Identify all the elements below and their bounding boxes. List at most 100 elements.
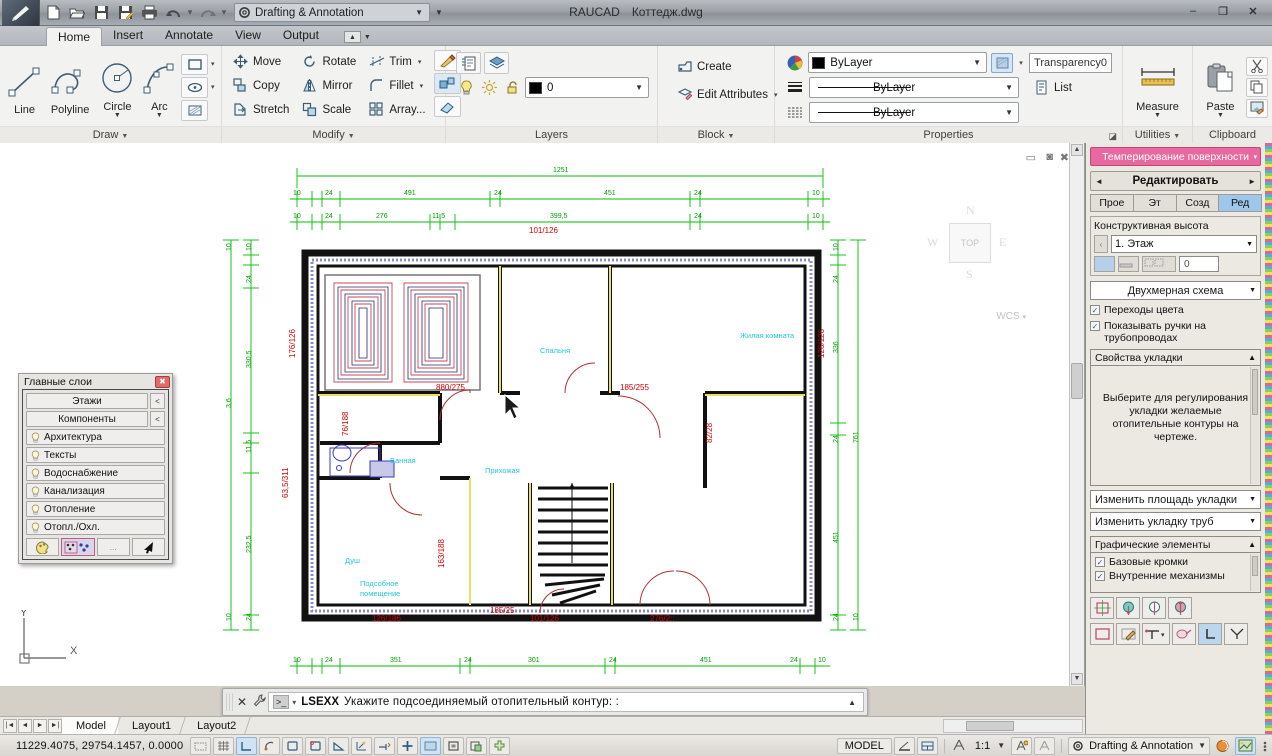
bulb-icon[interactable] <box>31 468 40 479</box>
layer-row-otoplenie[interactable]: Отопление <box>26 501 165 517</box>
tab-view[interactable]: View <box>224 26 272 45</box>
3d-osnap-toggle[interactable] <box>328 737 349 755</box>
sheet-prev-button[interactable]: ◄ <box>18 719 32 733</box>
palette-header[interactable]: Темперирование поверхности ▾ <box>1090 147 1261 166</box>
transparency-dropdown[interactable]: ▾ <box>1017 59 1025 67</box>
room-icon[interactable] <box>1090 623 1114 645</box>
scroll-thumb[interactable] <box>1252 369 1258 415</box>
rectangle-icon[interactable] <box>181 54 208 75</box>
rotate-button[interactable]: Rotate <box>297 50 360 73</box>
chevron-down-icon[interactable]: ▼ <box>1001 83 1016 92</box>
transparency-toggle-icon[interactable] <box>991 53 1013 73</box>
annotation-visibility-toggle[interactable] <box>1011 737 1032 755</box>
status-menu-icon[interactable] <box>1258 737 1272 755</box>
arc-button[interactable]: Arc ▼ <box>140 56 179 118</box>
chevron-down-icon[interactable]: ▼ <box>631 83 646 92</box>
layer-group-etazhi[interactable]: Этажи <box>26 393 148 409</box>
close-icon[interactable]: ✕ <box>234 695 250 709</box>
list-button[interactable]: List <box>1029 76 1076 99</box>
array-button[interactable]: Array... <box>364 98 429 121</box>
ellipse-icon[interactable] <box>181 77 208 98</box>
circle-dropdown[interactable]: ▼ <box>114 113 121 118</box>
corner-icon[interactable] <box>1198 623 1222 645</box>
more-options-button[interactable]: ... <box>97 538 130 556</box>
tab-layout2[interactable]: Layout2 <box>183 717 248 734</box>
grid-display-toggle[interactable] <box>236 737 257 755</box>
workspace-switch-status[interactable]: Drafting & Annotation ▼ <box>1068 737 1210 755</box>
panel-modify-title[interactable]: Modify▼ <box>222 126 445 143</box>
canvas-horizontal-scrollbar[interactable] <box>943 719 1083 733</box>
layer-row-otopl-okhl[interactable]: Отопл./Охл. <box>26 519 165 535</box>
ortho-mode-toggle[interactable] <box>259 737 280 755</box>
bulb-icon[interactable] <box>31 432 40 443</box>
panel-draw-title[interactable]: Draw▼ <box>0 126 221 143</box>
color-wheel-icon[interactable] <box>785 53 804 73</box>
scroll-thumb[interactable] <box>1071 363 1083 399</box>
nav-next-icon[interactable]: ► <box>1248 177 1256 186</box>
expander-icon[interactable]: < <box>150 393 165 409</box>
layer-row-teksty[interactable]: Тексты <box>26 447 165 463</box>
sheet-last-button[interactable]: ►| <box>48 719 62 733</box>
manifold-up-icon[interactable] <box>1168 597 1192 619</box>
undo-dropdown[interactable]: ▾ <box>186 7 194 18</box>
height-mode-1-button[interactable] <box>1094 256 1115 272</box>
layer-states-icon[interactable] <box>484 52 509 74</box>
workspace-switch-combo[interactable]: Drafting & Annotation ▼ <box>234 3 430 22</box>
checkbox-icon[interactable]: ✓ <box>1090 321 1100 331</box>
chevron-down-icon[interactable]: ▼ <box>1246 241 1253 248</box>
quick-properties-toggle[interactable] <box>466 737 487 755</box>
lineweight-combo[interactable]: ByLayer ▼ <box>809 102 1019 123</box>
layer-group-komponenty[interactable]: Компоненты <box>26 411 148 427</box>
wrench-icon[interactable] <box>250 694 268 710</box>
auto-scale-toggle[interactable] <box>1034 737 1055 755</box>
group-graphics-header[interactable]: Графические элементы ▲ <box>1090 536 1261 553</box>
graphics-scrollbar[interactable] <box>1250 554 1259 591</box>
chevron-down-icon[interactable]: ▼ <box>348 133 355 140</box>
paste-button[interactable]: Paste ▼ <box>1197 56 1244 118</box>
palette-color-icon[interactable] <box>26 538 59 556</box>
chevron-down-icon[interactable]: ▼ <box>969 58 984 67</box>
command-line-grip[interactable] <box>226 693 234 711</box>
ellipse-dropdown[interactable]: ▾ <box>209 83 217 91</box>
object-snap-toggle[interactable] <box>305 737 326 755</box>
manifold-down-icon[interactable] <box>1116 597 1140 619</box>
checkbox-base-edges[interactable]: ✓ Базовые кромки <box>1095 556 1256 568</box>
app-menu-button[interactable] <box>2 0 40 26</box>
tab-insert[interactable]: Insert <box>102 26 154 45</box>
checkbox-icon[interactable]: ✓ <box>1095 557 1105 567</box>
scroll-down-arrow[interactable]: ▼ <box>1071 673 1083 685</box>
command-history-caret[interactable]: ▾ <box>292 698 296 707</box>
group-laying-properties-header[interactable]: Свойства укладки ▲ <box>1090 349 1261 366</box>
laying-scrollbar[interactable] <box>1250 367 1259 484</box>
bulb-icon[interactable] <box>31 486 40 497</box>
chevron-up-icon[interactable]: ▲ <box>1248 353 1256 362</box>
line-button[interactable]: Line <box>4 59 45 116</box>
trim-button[interactable]: Trim <box>364 50 416 73</box>
floor-prev-button[interactable]: ‹ <box>1094 235 1108 253</box>
stretch-button[interactable]: Stretch <box>228 98 293 121</box>
hatch-icon[interactable] <box>181 100 208 121</box>
trim-dropdown[interactable]: ▾ <box>416 58 424 66</box>
checkbox-icon[interactable]: ✓ <box>1090 305 1100 315</box>
plot-icon[interactable] <box>138 2 160 23</box>
copy-clip-icon[interactable] <box>1246 78 1268 97</box>
coordinate-display[interactable]: 11229.4075, 29754.1457, 0.0000 <box>0 740 190 752</box>
chevron-up-icon[interactable]: ▲ <box>1248 540 1256 549</box>
new-icon[interactable] <box>42 2 64 23</box>
transparency-field[interactable]: Transparency 0 <box>1029 53 1112 73</box>
maximize-button[interactable]: ❐ <box>1210 2 1236 20</box>
manifold-split-icon[interactable] <box>1142 597 1166 619</box>
measure-dropdown[interactable]: ▼ <box>1154 113 1161 118</box>
scroll-thumb[interactable] <box>1252 556 1258 576</box>
height-value-field[interactable]: 0 <box>1179 256 1219 272</box>
lineweight-toggle[interactable] <box>420 737 441 755</box>
layer-row-kanalizatsiya[interactable]: Канализация <box>26 483 165 499</box>
bulb-on-icon[interactable] <box>456 78 476 98</box>
ribbon-minimize-caret[interactable]: ▼ <box>364 34 371 41</box>
clean-screen-icon[interactable] <box>1235 737 1256 755</box>
tab-et[interactable]: Эт <box>1133 194 1177 212</box>
dynamic-ucs-toggle[interactable] <box>374 737 395 755</box>
redo-icon[interactable] <box>196 2 218 23</box>
chevron-down-icon[interactable]: ▼ <box>1249 496 1256 503</box>
height-mode-2-button[interactable] <box>1118 256 1139 272</box>
